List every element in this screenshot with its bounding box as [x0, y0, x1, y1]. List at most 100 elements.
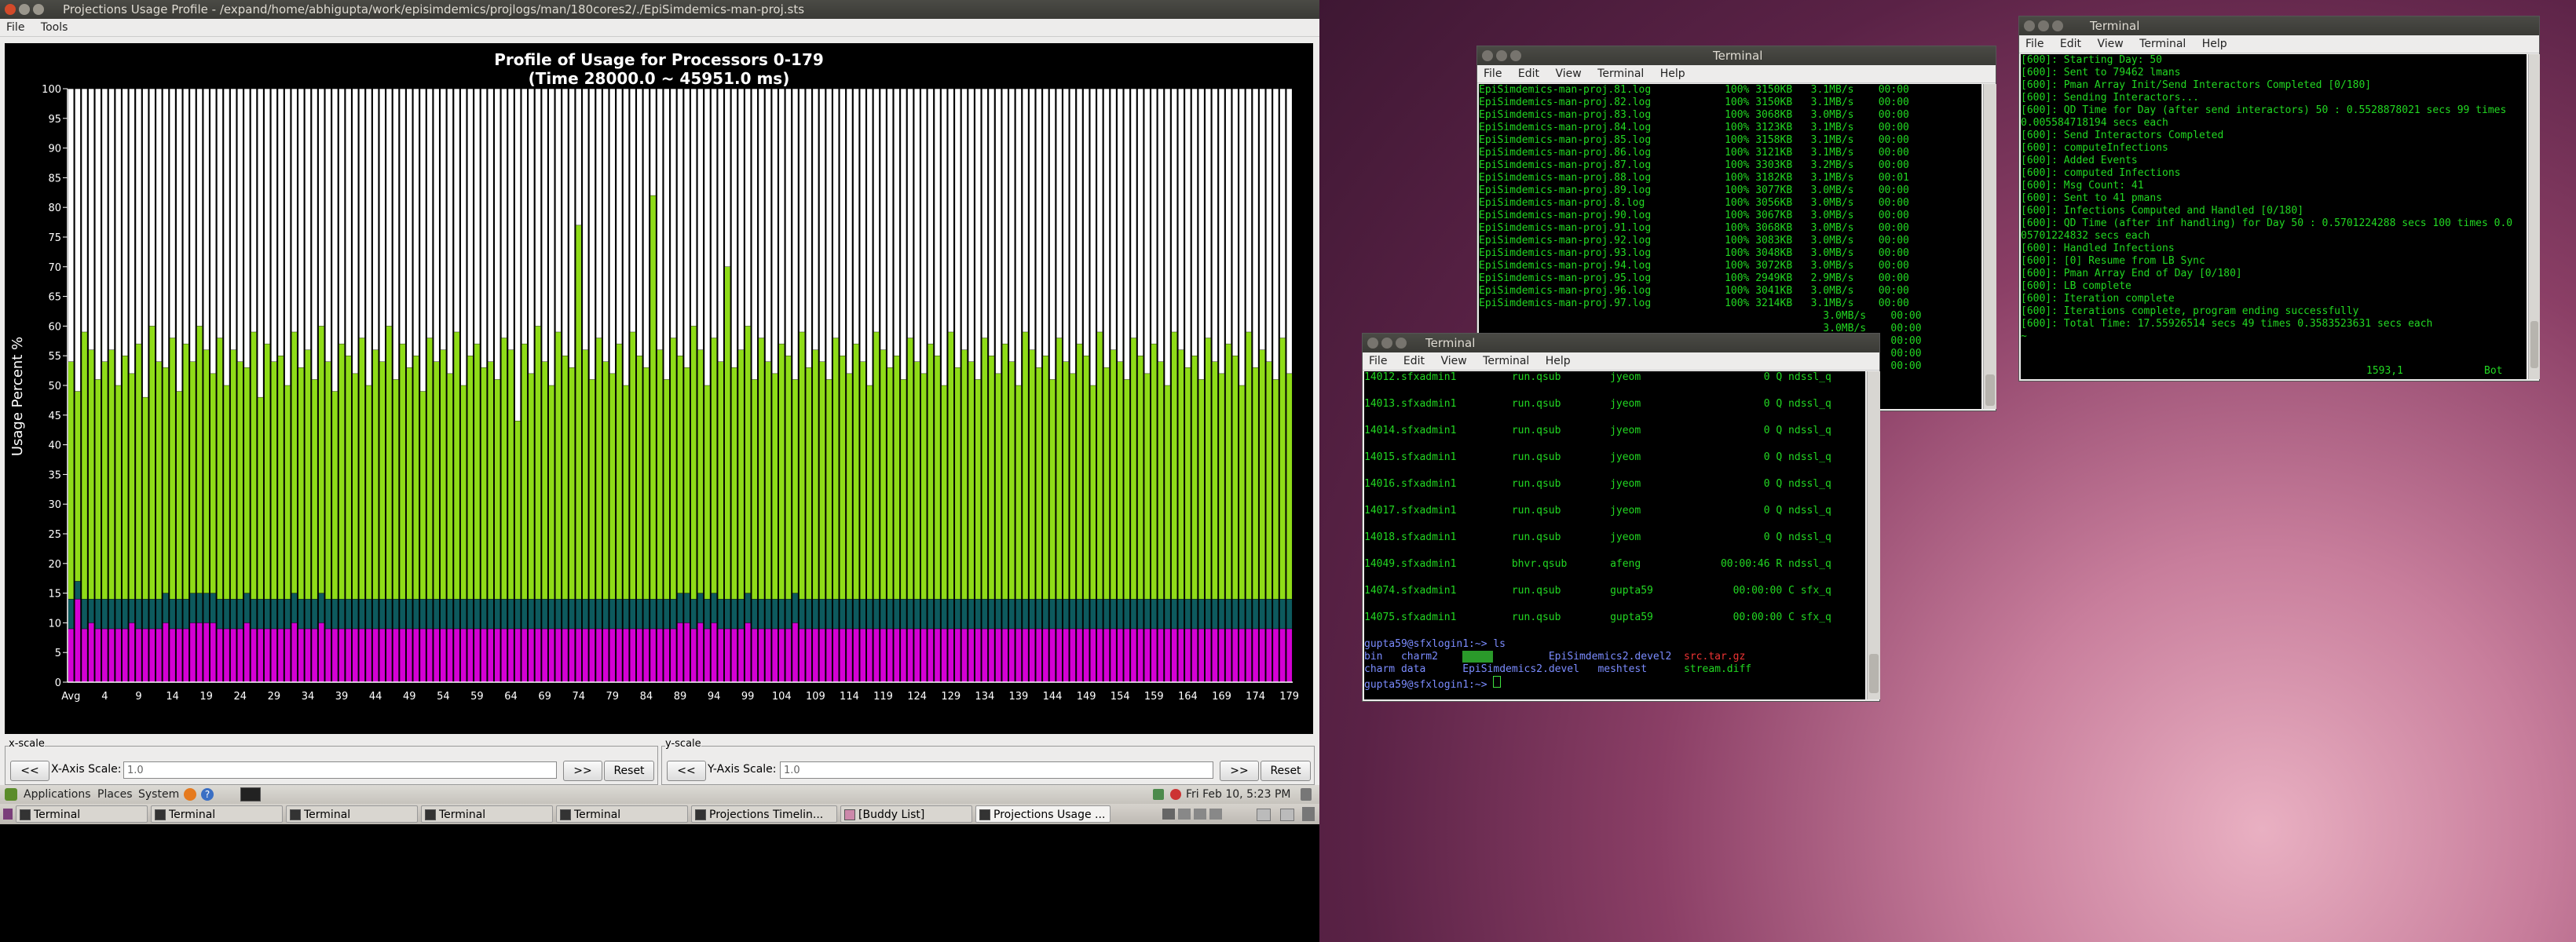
maximize-icon[interactable] — [33, 4, 44, 15]
workspace-4-icon[interactable] — [1209, 809, 1222, 820]
terminal-titlebar[interactable]: Terminal — [1363, 334, 1879, 352]
workspace-6-icon[interactable] — [1280, 809, 1294, 821]
menu-help[interactable]: Help — [2202, 38, 2227, 50]
taskbar-item-terminal-2[interactable]: Terminal — [151, 805, 283, 823]
menu-tools[interactable]: Tools — [41, 21, 68, 34]
menu-view[interactable]: View — [2097, 38, 2123, 50]
shutdown-icon[interactable] — [1301, 788, 1312, 801]
minimize-icon[interactable] — [2038, 20, 2049, 31]
taskbar-item-buddy-list[interactable]: [Buddy List] — [840, 805, 972, 823]
network-icon — [1153, 789, 1164, 800]
terminal-scrollbar[interactable] — [1867, 371, 1880, 699]
x-scale-reset-button[interactable]: Reset — [604, 761, 654, 781]
close-icon[interactable] — [1367, 338, 1378, 349]
menu-file[interactable]: File — [6, 21, 24, 34]
menu-edit[interactable]: Edit — [1403, 355, 1425, 367]
firefox-icon[interactable] — [184, 788, 196, 801]
taskbar-item-terminal-4[interactable]: Terminal — [421, 805, 553, 823]
workspace-1-icon[interactable] — [1162, 809, 1175, 820]
maximize-icon[interactable] — [2052, 20, 2063, 31]
menu-edit[interactable]: Edit — [2060, 38, 2081, 50]
menu-file[interactable]: File — [1369, 355, 1387, 367]
bar-seg-0-108 — [806, 628, 812, 683]
terminal-launcher-icon[interactable] — [240, 787, 261, 801]
terminal-scrollbar[interactable] — [1983, 84, 1996, 409]
help-icon[interactable]: ? — [201, 788, 214, 801]
menu-applications[interactable]: Applications — [24, 785, 91, 804]
x-tick-label: 59 — [470, 691, 484, 703]
bar-seg-1-62 — [494, 598, 501, 630]
menu-view[interactable]: View — [1555, 68, 1581, 80]
bar-seg-0-135 — [988, 628, 995, 683]
menu-file[interactable]: File — [2025, 38, 2044, 50]
log-line: [600]: Total Time: 17.55926514 secs 49 t… — [2021, 318, 2433, 330]
maximize-icon[interactable] — [1396, 338, 1407, 349]
taskbar-item-terminal-1[interactable]: Terminal — [16, 805, 148, 823]
close-icon[interactable] — [2024, 20, 2035, 31]
y-scale-back-button[interactable]: << — [667, 761, 706, 781]
menu-places[interactable]: Places — [97, 785, 133, 804]
taskbar-item-terminal-5[interactable]: Terminal — [556, 805, 688, 823]
terminal-output[interactable]: 14012.sfxadmin1 run.qsub jyeom 0 Q ndssl… — [1364, 371, 1865, 699]
bar-seg-2-131 — [961, 349, 968, 600]
menu-edit[interactable]: Edit — [1518, 68, 1539, 80]
bar-seg-1-94 — [711, 593, 717, 623]
menu-system[interactable]: System — [138, 785, 179, 804]
minimize-icon[interactable] — [1381, 338, 1392, 349]
bar-seg-2-150 — [1090, 385, 1096, 600]
projections-titlebar[interactable]: Projections Usage Profile - /expand/home… — [0, 0, 1319, 19]
taskbar-item-projections-timeline[interactable]: Projections Timelin... — [691, 805, 837, 823]
bar-seg-1-42 — [359, 598, 365, 630]
menu-terminal[interactable]: Terminal — [1483, 355, 1529, 367]
bar-seg-0-120 — [887, 628, 893, 683]
bar-seg-2-137 — [1001, 343, 1008, 600]
show-desktop-icon[interactable] — [3, 809, 13, 820]
bar-seg-1-78 — [602, 598, 609, 630]
minimize-icon[interactable] — [1496, 50, 1507, 61]
shell-prompt[interactable]: gupta59@sfxlogin1:~> — [1364, 676, 1865, 691]
log-line: 0.005584718194 secs each — [2021, 117, 2168, 129]
maximize-icon[interactable] — [1510, 50, 1521, 61]
x-scale-forward-button[interactable]: >> — [563, 761, 602, 781]
y-scale-forward-button[interactable]: >> — [1220, 761, 1259, 781]
menu-terminal[interactable]: Terminal — [1597, 68, 1644, 80]
close-icon[interactable] — [1482, 50, 1493, 61]
workspace-5-icon[interactable] — [1257, 809, 1271, 821]
terminal-titlebar[interactable]: Terminal — [1477, 46, 1996, 65]
panel-clock[interactable]: Fri Feb 10, 5:23 PM — [1186, 785, 1291, 804]
x-tick-label: 164 — [1178, 691, 1198, 703]
trash-icon[interactable] — [1302, 807, 1315, 821]
gnome-foot-icon[interactable] — [5, 788, 17, 801]
taskbar-item-terminal-3[interactable]: Terminal — [286, 805, 418, 823]
menu-view[interactable]: View — [1440, 355, 1466, 367]
terminal-titlebar[interactable]: Terminal — [2019, 16, 2539, 35]
taskbar-item-projections-usage[interactable]: Projections Usage ... — [975, 805, 1111, 823]
bar-seg-0-113 — [840, 628, 846, 683]
scp-line: EpiSimdemics-man-proj.84.log 100% 3123KB… — [1479, 122, 1909, 133]
workspace-3-icon[interactable] — [1194, 809, 1206, 820]
bar-seg-0-145 — [1056, 628, 1063, 683]
bar-seg-0-45 — [379, 628, 386, 683]
shell-prompt-ls: gupta59@sfxlogin1:~> ls — [1364, 638, 1506, 650]
y-scale-reset-button[interactable]: Reset — [1261, 761, 1311, 781]
menu-terminal[interactable]: Terminal — [2139, 38, 2186, 50]
bar-seg-1-37 — [325, 598, 331, 630]
bar-seg-2-116 — [859, 361, 866, 600]
minimize-icon[interactable] — [19, 4, 30, 15]
terminal-output[interactable]: [600]: Starting Day: 50 [600]: Sent to 79… — [2021, 54, 2527, 379]
x-scale-input[interactable]: 1.0 — [123, 761, 557, 779]
menu-file[interactable]: File — [1484, 68, 1502, 80]
y-scale-input[interactable]: 1.0 — [780, 761, 1213, 779]
bar-seg-0-42 — [359, 628, 365, 683]
x-tick-label: 159 — [1144, 691, 1164, 703]
x-scale-back-button[interactable]: << — [10, 761, 49, 781]
bar-seg-2-148 — [1076, 343, 1083, 600]
workspace-2-icon[interactable] — [1178, 809, 1191, 820]
bar-seg-1-137 — [1001, 598, 1008, 630]
bar-seg-2-113 — [840, 356, 846, 600]
menu-help[interactable]: Help — [1660, 68, 1685, 80]
menu-help[interactable]: Help — [1546, 355, 1571, 367]
pidgin-icon — [844, 809, 855, 820]
close-icon[interactable] — [5, 4, 16, 15]
terminal-scrollbar[interactable] — [2528, 54, 2540, 379]
